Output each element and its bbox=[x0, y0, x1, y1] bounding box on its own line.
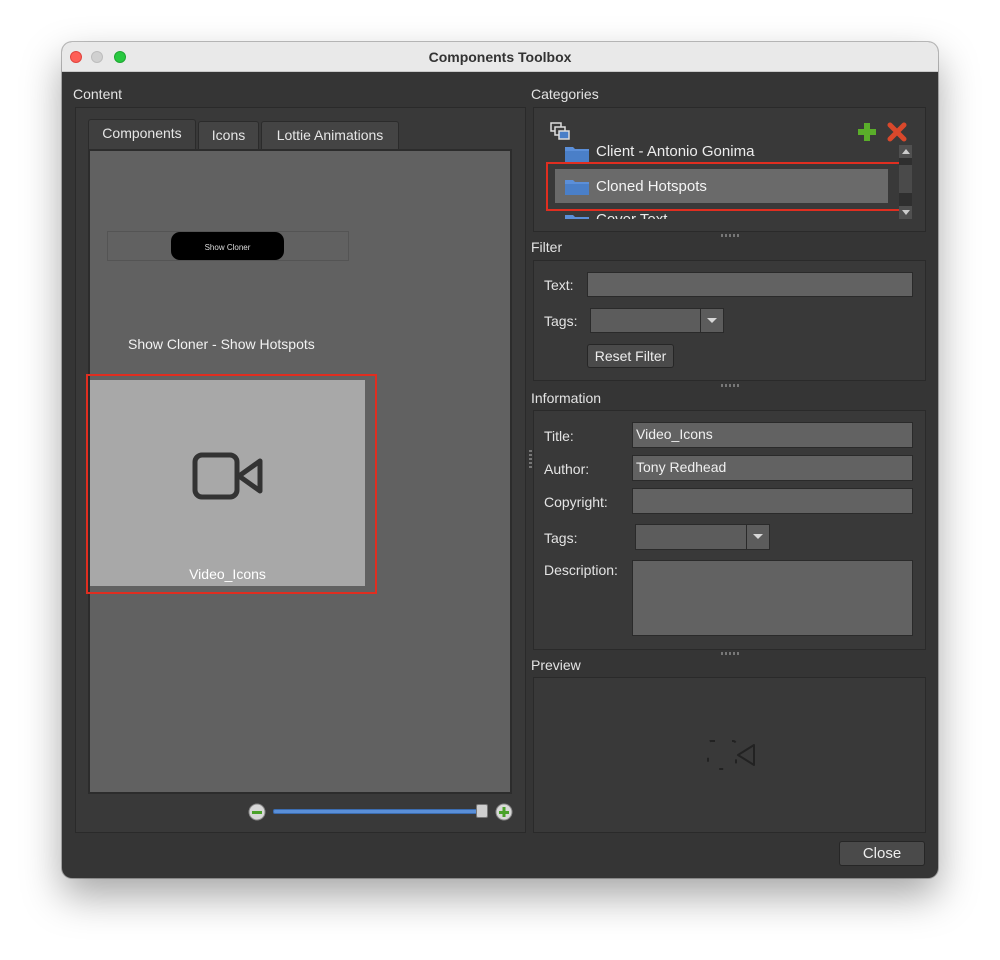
tab-lottie-animations[interactable]: Lottie Animations bbox=[261, 121, 399, 149]
scroll-up-arrow bbox=[902, 149, 910, 154]
preview-section-label: Preview bbox=[531, 657, 581, 673]
component-preview-frame: Show Cloner bbox=[107, 231, 349, 261]
categories-section-label: Categories bbox=[531, 86, 599, 102]
component-item-label[interactable]: Show Cloner - Show Hotspots bbox=[128, 336, 315, 352]
zoom-slider-track[interactable] bbox=[273, 809, 485, 814]
information-splitter[interactable] bbox=[721, 652, 741, 655]
information-section-label: Information bbox=[531, 390, 602, 406]
show-cloner-preview-button: Show Cloner bbox=[171, 232, 284, 260]
categories-tree-icon[interactable] bbox=[550, 122, 570, 140]
folder-icon bbox=[565, 215, 589, 219]
tab-icons[interactable]: Icons bbox=[198, 121, 259, 149]
delete-category-icon[interactable] bbox=[887, 122, 907, 142]
category-item[interactable]: Cover Text bbox=[547, 211, 899, 219]
description-field[interactable] bbox=[632, 560, 913, 636]
components-toolbox-window: Components Toolbox Content Components Ic… bbox=[62, 42, 938, 878]
filter-tags-value bbox=[591, 309, 702, 332]
description-label: Description: bbox=[544, 562, 618, 578]
scroll-down-arrow bbox=[902, 210, 910, 215]
add-category-icon[interactable] bbox=[857, 122, 877, 142]
window-title: Components Toolbox bbox=[428, 49, 572, 65]
filter-splitter[interactable] bbox=[721, 384, 741, 387]
chevron-down-icon[interactable] bbox=[700, 309, 723, 332]
title-field[interactable]: Video_Icons bbox=[632, 422, 913, 448]
reset-filter-button[interactable]: Reset Filter bbox=[587, 344, 674, 368]
title-bar: Components Toolbox bbox=[62, 42, 938, 72]
selection-highlight bbox=[86, 374, 377, 594]
folder-icon bbox=[565, 147, 589, 162]
tab-components[interactable]: Components bbox=[88, 119, 196, 149]
info-tags-select[interactable] bbox=[635, 524, 770, 550]
close-button[interactable]: Close bbox=[839, 841, 925, 866]
copyright-label: Copyright: bbox=[544, 494, 608, 510]
vertical-splitter[interactable] bbox=[529, 450, 532, 470]
scrollbar-thumb[interactable] bbox=[899, 165, 912, 193]
category-item-label: Cover Text bbox=[596, 211, 667, 219]
title-label: Title: bbox=[544, 428, 574, 444]
filter-text-label: Text: bbox=[544, 277, 574, 293]
zoom-slider-handle[interactable] bbox=[476, 804, 488, 818]
zoom-out-icon[interactable] bbox=[248, 803, 266, 821]
selection-highlight bbox=[546, 162, 902, 211]
copyright-field[interactable] bbox=[632, 488, 913, 514]
info-tags-label: Tags: bbox=[544, 530, 578, 546]
category-item[interactable]: Client - Antonio Gonima bbox=[547, 143, 899, 164]
categories-splitter[interactable] bbox=[721, 234, 741, 237]
info-tags-value bbox=[636, 525, 747, 549]
content-section-label: Content bbox=[73, 86, 123, 102]
filter-section-label: Filter bbox=[531, 239, 563, 255]
preview-group bbox=[533, 677, 926, 833]
chevron-down-icon[interactable] bbox=[746, 525, 769, 549]
categories-scrollbar[interactable] bbox=[899, 145, 912, 219]
filter-tags-select[interactable] bbox=[590, 308, 724, 333]
filter-text-input[interactable] bbox=[587, 272, 913, 297]
category-item-label: Client - Antonio Gonima bbox=[596, 143, 755, 160]
author-label: Author: bbox=[544, 461, 590, 477]
zoom-in-icon[interactable] bbox=[495, 803, 513, 821]
filter-tags-label: Tags: bbox=[544, 313, 578, 329]
author-field[interactable]: Tony Redhead bbox=[632, 455, 913, 481]
video-camera-icon bbox=[707, 740, 755, 770]
